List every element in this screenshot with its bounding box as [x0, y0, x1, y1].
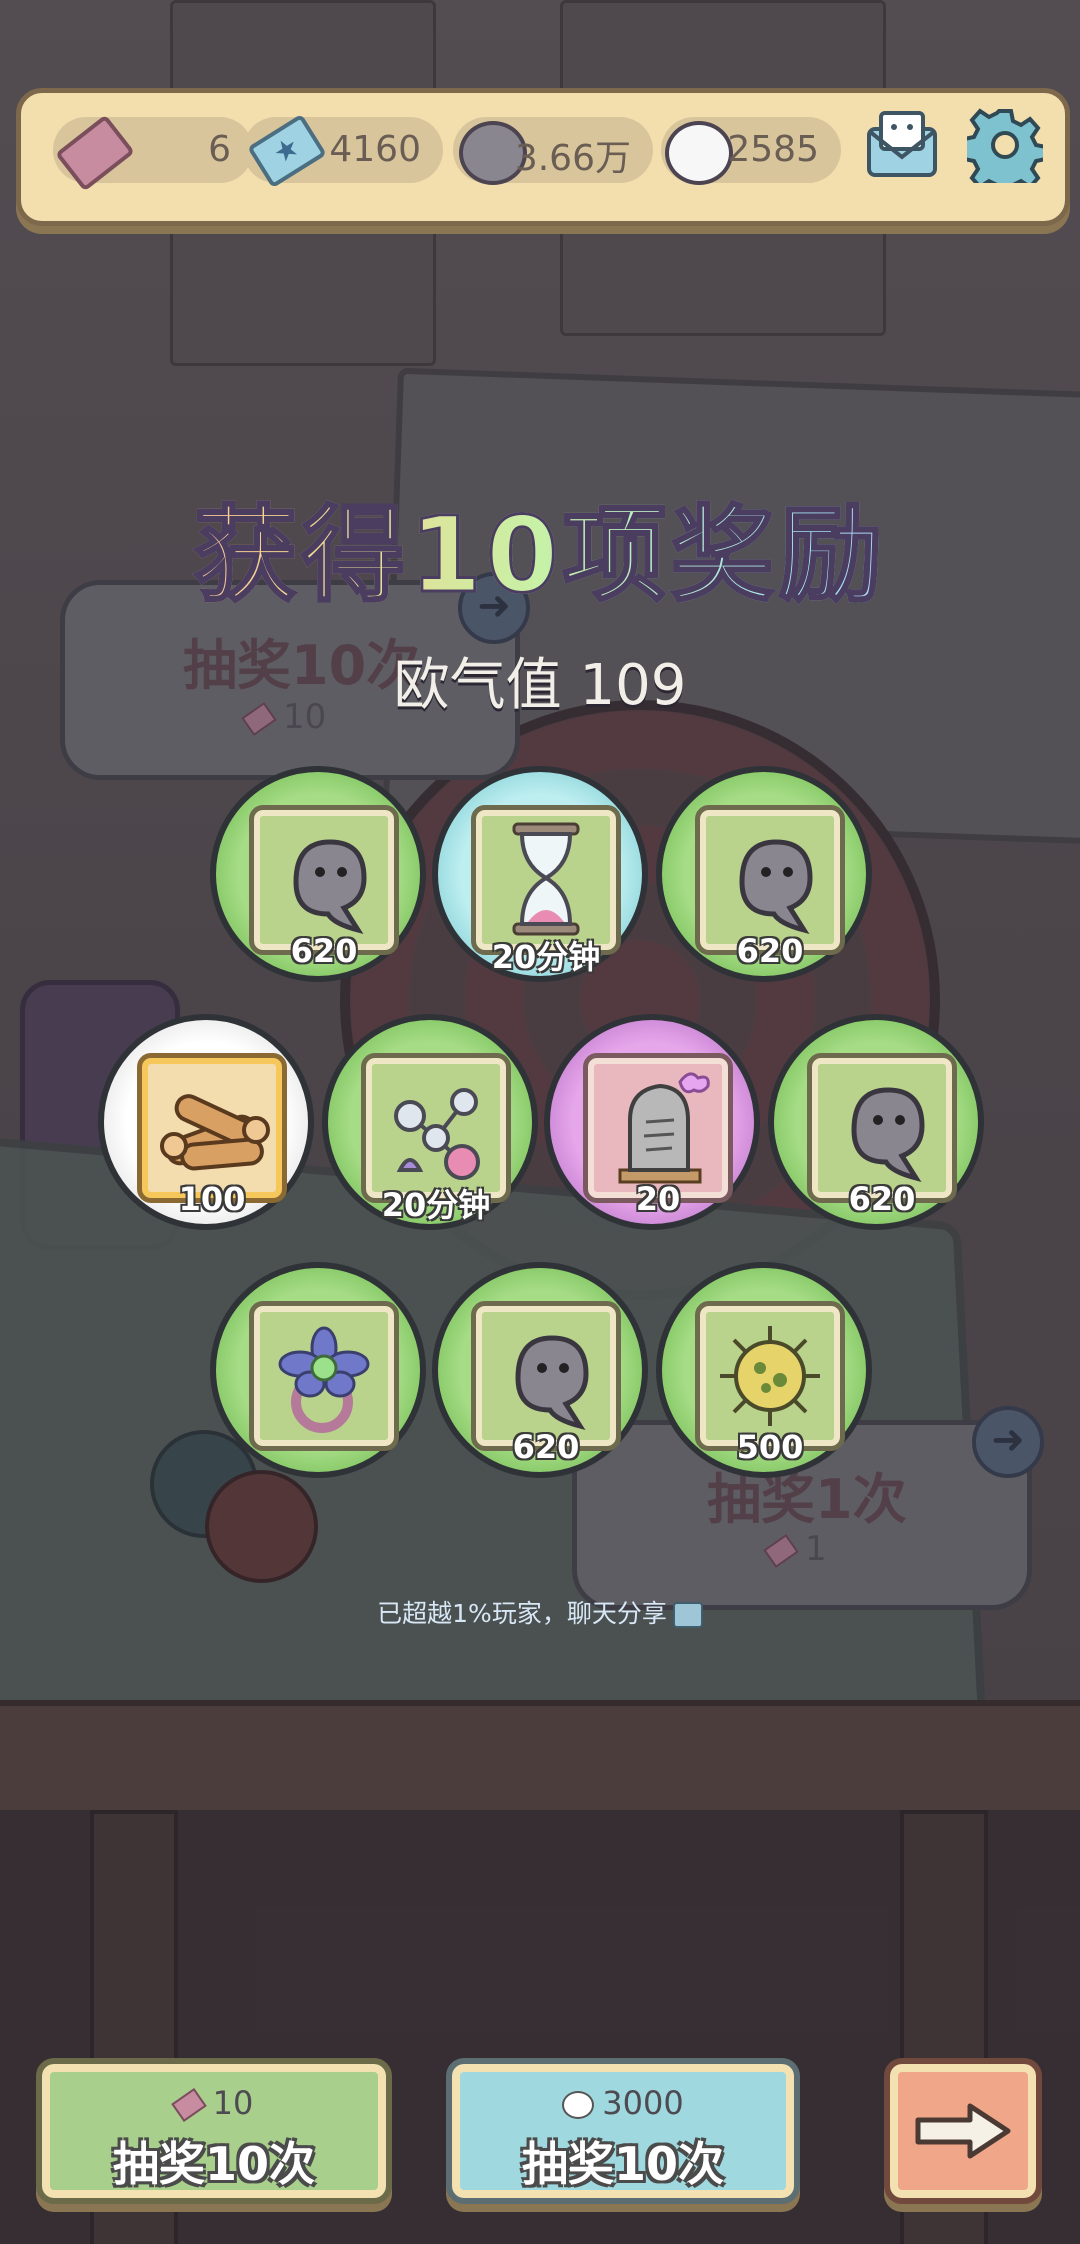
reward-item[interactable]: 620	[432, 1262, 648, 1478]
white-ghost-counter[interactable]: 2585	[661, 117, 841, 185]
share-text: 已超越1%玩家，聊天分享	[377, 1599, 667, 1628]
star-ticket-value: 4160	[329, 129, 421, 170]
reward-qty: 100	[178, 1180, 246, 1218]
ticket-value: 6	[208, 129, 231, 170]
currency-bar: 6 ★ 4160 3.66万 2585	[16, 88, 1070, 226]
black-ghost-counter[interactable]: 3.66万	[453, 117, 653, 185]
ticket-counter[interactable]: 6	[53, 114, 253, 192]
reward-item[interactable]	[210, 1262, 426, 1478]
ticket-icon	[170, 2087, 207, 2123]
reward-item[interactable]: 20	[544, 1014, 760, 1230]
ghost-draw-label: 抽奖10次	[521, 2137, 724, 2191]
reward-item[interactable]: 100	[98, 1014, 314, 1230]
ghost-draw-cost-value: 3000	[602, 2084, 684, 2122]
star-ticket-icon: ★	[247, 113, 327, 189]
black-ghost-value: 3.66万	[514, 138, 631, 179]
reward-qty: 620	[848, 1180, 916, 1218]
reward-item[interactable]: 20分钟	[432, 766, 648, 982]
share-row[interactable]: 已超越1%玩家，聊天分享	[0, 1594, 1080, 1630]
arrow-right-icon	[915, 2103, 1011, 2159]
gear-icon[interactable]	[967, 107, 1043, 183]
ticket-draw-label: 抽奖10次	[112, 2137, 315, 2191]
reward-qty: 20分钟	[381, 1186, 491, 1224]
reward-item[interactable]: 620	[656, 766, 872, 982]
ticket-icon	[55, 114, 135, 192]
reward-qty: 620	[736, 932, 804, 970]
reward-qty: 620	[290, 932, 358, 970]
ticket-draw-cost: 10	[42, 2084, 386, 2123]
reward-title: 获得10项奖励	[0, 470, 1080, 621]
star-ticket-counter[interactable]: ★ 4160	[243, 113, 443, 189]
share-icon[interactable]	[672, 1602, 703, 1628]
reward-qty: 20	[635, 1180, 681, 1218]
white-ghost-icon	[665, 121, 733, 185]
reward-item[interactable]: 620	[768, 1014, 984, 1230]
reward-item[interactable]: 20分钟	[322, 1014, 538, 1230]
reward-qty: 620	[512, 1428, 580, 1466]
luck-value: 欧气值 109	[393, 653, 687, 718]
white-ghost-icon	[562, 2091, 595, 2119]
ticket-draw-button[interactable]: 10 抽奖10次	[36, 2058, 392, 2204]
ghost-draw-cost: 3000	[452, 2084, 794, 2122]
white-ghost-value: 2585	[727, 129, 819, 170]
ghost-draw-button[interactable]: 3000 抽奖10次	[446, 2058, 800, 2204]
ticket-draw-cost-value: 10	[212, 2084, 254, 2122]
reward-qty: 20分钟	[491, 938, 601, 976]
mail-icon[interactable]	[865, 107, 939, 181]
reward-item[interactable]: 500	[656, 1262, 872, 1478]
next-button[interactable]	[884, 2058, 1042, 2204]
flower-ring-icon	[278, 1326, 370, 1433]
reward-qty: 500	[736, 1428, 804, 1466]
reward-item[interactable]: 620	[210, 766, 426, 982]
